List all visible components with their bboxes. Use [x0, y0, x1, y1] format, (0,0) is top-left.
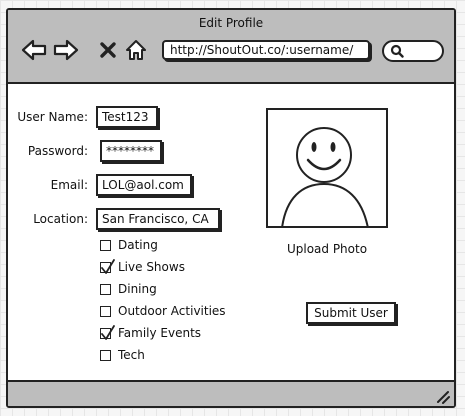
- smiley-avatar-icon: [281, 127, 369, 226]
- home-icon[interactable]: [122, 38, 150, 62]
- password-label: Password:: [27, 144, 88, 158]
- close-icon[interactable]: [94, 38, 122, 62]
- checkbox-box[interactable]: [100, 324, 115, 340]
- search-icon: [390, 44, 404, 58]
- checkbox-label: Outdoor Activities: [118, 304, 226, 318]
- profile-photo[interactable]: [266, 108, 388, 228]
- status-bar: [8, 380, 454, 406]
- checkbox-tech[interactable]: Tech: [100, 346, 145, 364]
- email-label: Email:: [50, 178, 88, 192]
- username-label: User Name:: [17, 110, 88, 124]
- address-bar[interactable]: http://ShoutOut.co/:username/: [162, 40, 370, 60]
- password-input[interactable]: ********: [100, 140, 162, 162]
- title-bar: Edit Profile http://ShoutOut.co/:usernam…: [8, 10, 454, 84]
- location-label: Location:: [33, 212, 88, 226]
- checkbox-box[interactable]: [100, 283, 111, 295]
- checkbox-box[interactable]: [100, 305, 111, 317]
- checkbox-label: Tech: [118, 348, 145, 362]
- checkbox-label: Dining: [118, 282, 157, 296]
- checkbox-family-events[interactable]: Family Events: [100, 324, 201, 342]
- browser-window: Edit Profile http://ShoutOut.co/:usernam…: [6, 8, 456, 408]
- left-arrow-icon[interactable]: [20, 38, 48, 62]
- checkmark-icon: [101, 324, 115, 340]
- username-input[interactable]: Test123: [96, 106, 158, 128]
- checkbox-dining[interactable]: Dining: [100, 280, 157, 298]
- email-input[interactable]: LOL@aol.com: [96, 174, 192, 196]
- submit-user-button[interactable]: Submit User: [306, 302, 396, 324]
- window-title: Edit Profile: [198, 16, 264, 30]
- checkbox-outdoor-activities[interactable]: Outdoor Activities: [100, 302, 226, 320]
- upload-photo-label[interactable]: Upload Photo: [266, 242, 388, 256]
- right-arrow-icon[interactable]: [52, 38, 80, 62]
- checkbox-dating[interactable]: Dating: [100, 236, 158, 254]
- checkbox-label: Dating: [118, 238, 158, 252]
- location-input[interactable]: San Francisco, CA: [96, 208, 220, 230]
- resize-grip-icon[interactable]: [434, 388, 450, 404]
- checkbox-box[interactable]: [100, 239, 111, 251]
- checkbox-box[interactable]: [100, 349, 111, 361]
- search-field[interactable]: [382, 40, 444, 62]
- checkbox-live-shows[interactable]: Live Shows: [100, 258, 185, 276]
- checkmark-icon: [101, 258, 115, 274]
- profile-form: User Name: Test123 Password: ******** Em…: [8, 84, 454, 380]
- checkbox-label: Live Shows: [118, 260, 185, 274]
- checkbox-label: Family Events: [118, 326, 202, 340]
- checkbox-box[interactable]: [100, 258, 115, 274]
